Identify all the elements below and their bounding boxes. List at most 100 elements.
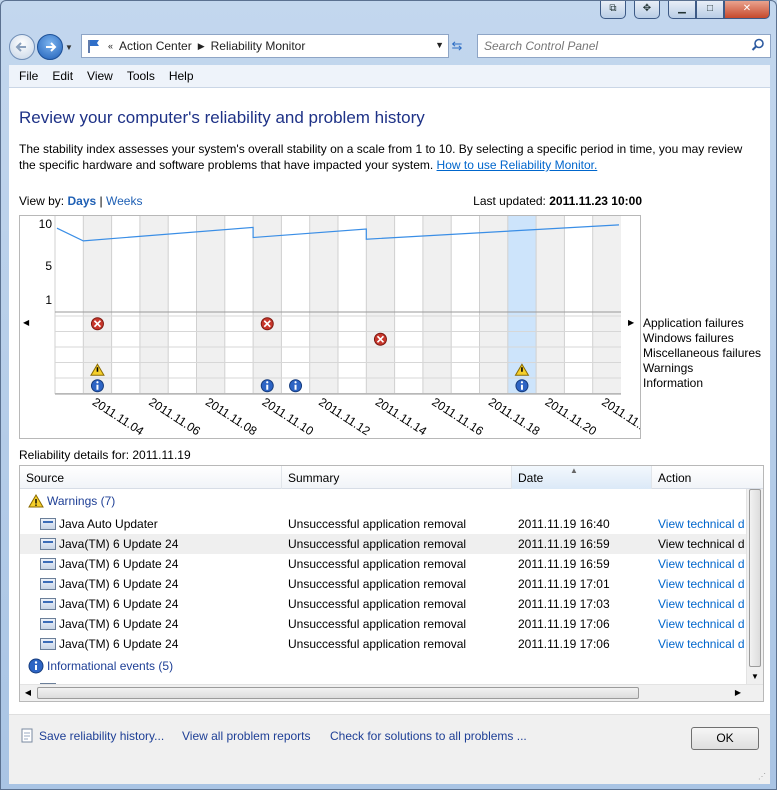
vertical-scrollbar[interactable]: ▼ — [746, 489, 763, 685]
installer-icon — [40, 518, 56, 530]
page-description: The stability index assesses your system… — [19, 141, 761, 173]
view-all-reports-link[interactable]: View all problem reports — [182, 729, 311, 743]
view-separator: | — [99, 194, 103, 208]
info-dot — [294, 381, 297, 384]
footer-bar: Save reliability history... View all pro… — [9, 714, 770, 784]
row-source: Java(TM) 6 Update 24 — [40, 577, 178, 591]
view-technical-details-link[interactable]: View technical d — [658, 557, 744, 571]
breadcrumb-separator-icon[interactable]: ▶ — [198, 41, 205, 52]
group-title: Warnings (7) — [47, 494, 116, 508]
horizontal-scrollbar[interactable]: ◀ ▶ — [20, 684, 763, 701]
view-by-selector: View by: Days | Weeks — [19, 194, 142, 208]
y-tick-label: 1 — [45, 293, 52, 307]
ok-button[interactable]: OK — [691, 727, 759, 750]
view-technical-details-link[interactable]: View technical d — [658, 617, 744, 631]
table-row[interactable]: Java(TM) 6 Update 24 Unsuccessful applica… — [20, 634, 746, 654]
menu-edit[interactable]: Edit — [52, 69, 73, 83]
horizontal-scroll-thumb[interactable] — [37, 687, 639, 699]
sort-ascending-icon: ▲ — [570, 466, 578, 475]
menu-help[interactable]: Help — [169, 69, 194, 83]
x-tick-label: 2011.11.10 — [260, 395, 317, 438]
info-icon — [28, 658, 44, 674]
save-history-link[interactable]: Save reliability history... — [39, 729, 164, 743]
save-document-icon[interactable] — [19, 728, 35, 744]
recent-pages-dropdown[interactable]: ▼ — [63, 43, 75, 52]
column-summary[interactable]: Summary — [282, 466, 512, 489]
info-mark — [520, 384, 523, 390]
restore-app-icon[interactable]: ⧉ — [600, 1, 626, 19]
close-button[interactable]: ✕ — [724, 1, 770, 19]
column-date[interactable]: ▲ Date — [512, 466, 652, 489]
resize-grip-icon[interactable]: ⋰ — [758, 772, 768, 782]
day-column — [196, 216, 225, 394]
action-center-flag-icon — [88, 40, 99, 53]
view-days-option[interactable]: Days — [67, 194, 96, 208]
chart-scroll-left-icon[interactable]: ◀ — [23, 318, 29, 327]
back-button[interactable] — [9, 34, 35, 60]
check-solutions-link[interactable]: Check for solutions to all problems ... — [330, 729, 527, 743]
table-row[interactable]: Java(TM) 6 Update 24 Unsuccessful applica… — [20, 534, 746, 554]
table-row[interactable]: Java(TM) 6 Update 24 Unsuccessful applica… — [20, 614, 746, 634]
x-tick-label: 2011.11.06 — [146, 395, 203, 438]
scroll-down-icon[interactable]: ▼ — [747, 669, 763, 685]
refresh-icon[interactable]: ⇆ — [445, 34, 469, 58]
menu-file[interactable]: File — [19, 69, 38, 83]
details-label: Reliability details for: 2011.11.19 — [19, 448, 191, 462]
x-tick-label: 2011.11.04 — [90, 395, 147, 438]
table-row[interactable]: Java(TM) 6 Update 24 Unsuccessful applica… — [20, 594, 746, 614]
breadcrumb-action-center[interactable]: Action Center — [119, 39, 192, 53]
view-technical-details-link[interactable]: View technical d — [658, 517, 744, 531]
reliability-chart[interactable]: 10 5 1 2011.11.04 2011.11.06 2011.11.08 2011.1… — [19, 215, 656, 439]
menu-view[interactable]: View — [87, 69, 113, 83]
snap-icon[interactable]: ✥ — [634, 1, 660, 19]
installer-icon — [40, 538, 56, 550]
row-summary: Unsuccessful application removal — [288, 597, 467, 611]
table-row[interactable]: Java Auto Updater Unsuccessful applicatio… — [20, 514, 746, 534]
menu-bar: File Edit View Tools Help — [9, 65, 770, 88]
view-technical-details-link[interactable]: View technical d — [658, 537, 744, 551]
day-column — [309, 216, 338, 394]
chart-scroll-right-icon[interactable]: ▶ — [628, 318, 634, 327]
breadcrumb-reliability-monitor[interactable]: Reliability Monitor — [211, 39, 306, 53]
search-input[interactable]: Search Control Panel — [477, 34, 771, 58]
address-bar[interactable]: « Action Center ▶ Reliability Monitor ▼ — [81, 34, 449, 58]
minimize-button[interactable]: ▁ — [668, 1, 696, 19]
vertical-scroll-thumb[interactable] — [749, 489, 761, 667]
row-source: Java(TM) 6 Update 24 — [40, 637, 178, 651]
address-dropdown-icon[interactable]: ▼ — [435, 40, 444, 50]
row-source-text: Java(TM) 6 Update 24 — [59, 537, 179, 551]
maximize-button[interactable]: □ — [696, 1, 724, 19]
group-warnings[interactable]: Warnings (7) — [28, 492, 115, 510]
day-column — [224, 216, 254, 394]
info-dot — [266, 381, 269, 384]
day-column — [592, 216, 621, 394]
row-source: Java Auto Updater — [40, 517, 158, 531]
view-technical-details-link[interactable]: View technical d — [658, 637, 744, 651]
scroll-left-icon[interactable]: ◀ — [20, 685, 36, 701]
legend-application-failures: Application failures — [643, 316, 744, 330]
table-row[interactable]: Java(TM) 6 Update 24 Unsuccessful applica… — [20, 554, 746, 574]
reliability-chart-svg[interactable]: 10512011.11.04 2011.11.06 2011.11.08 2011.1… — [20, 216, 656, 438]
installer-icon — [40, 638, 56, 650]
view-weeks-option[interactable]: Weeks — [106, 194, 142, 208]
row-source: Java(TM) 6 Update 24 — [40, 617, 178, 631]
search-icon[interactable] — [751, 38, 765, 52]
view-technical-details-link[interactable]: View technical d — [658, 597, 744, 611]
column-date-label: Date — [518, 471, 544, 485]
row-summary: Unsuccessful application removal — [288, 517, 467, 531]
help-link[interactable]: How to use Reliability Monitor. — [437, 158, 598, 172]
navigation-bar: ▼ « Action Center ▶ Reliability Monitor … — [9, 34, 771, 60]
last-updated-label: Last updated: — [473, 194, 546, 208]
day-column — [55, 216, 84, 394]
view-by-label: View by: — [19, 194, 65, 208]
scroll-right-icon[interactable]: ▶ — [730, 685, 746, 701]
breadcrumb-prefix[interactable]: « — [108, 41, 113, 51]
table-row[interactable]: Java(TM) 6 Update 24 Unsuccessful applica… — [20, 574, 746, 594]
column-action[interactable]: Action — [652, 466, 763, 489]
forward-button[interactable] — [37, 34, 63, 60]
group-informational-events[interactable]: Informational events (5) — [28, 657, 173, 675]
column-source[interactable]: Source — [20, 466, 282, 489]
info-dot — [96, 381, 99, 384]
view-technical-details-link[interactable]: View technical d — [658, 577, 744, 591]
menu-tools[interactable]: Tools — [127, 69, 155, 83]
